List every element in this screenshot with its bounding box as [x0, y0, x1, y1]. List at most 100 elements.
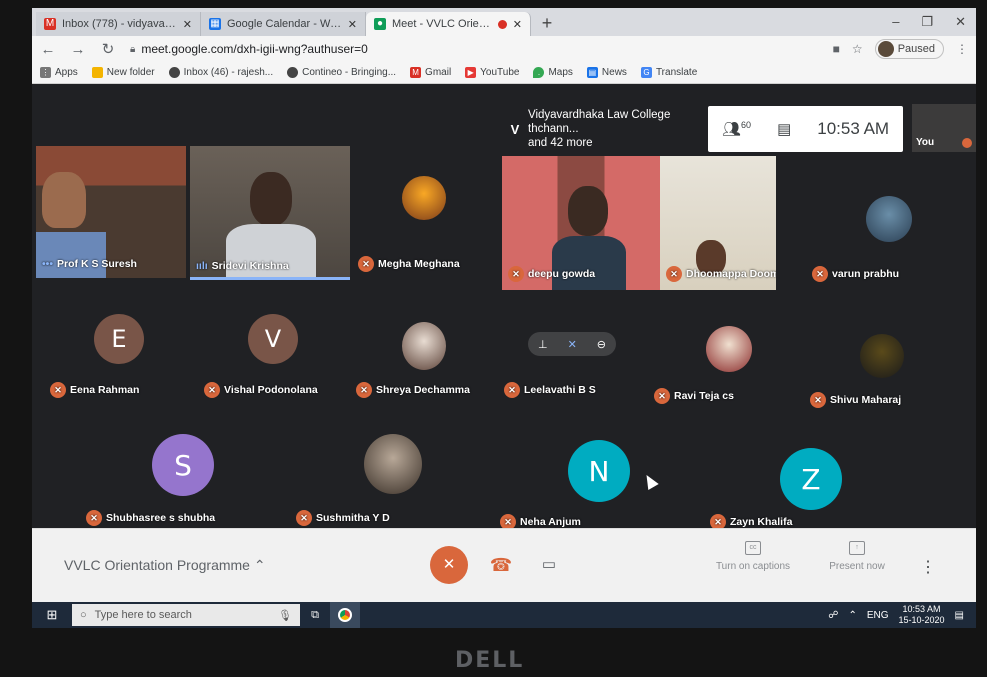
hang-up-icon: ☎︎ [489, 555, 513, 575]
windows-start-icon[interactable]: ⊞ [32, 607, 72, 623]
participant-name: ✕ Ravi Teja cs [654, 388, 734, 404]
bookmark-apps[interactable]: ⋮ Apps [40, 67, 78, 78]
star-icon[interactable]: ☆ [852, 42, 863, 56]
pin-icon[interactable]: ⊥ [538, 338, 548, 351]
youtube-icon: ▶ [465, 67, 477, 78]
self-view-tile[interactable]: You [912, 104, 976, 152]
participant-tile[interactable]: Z ✕ Zayn Khalifa [704, 434, 874, 538]
captions-button[interactable]: cc Turn on captions [708, 541, 798, 572]
chevron-up-icon: ⌃ [253, 557, 266, 573]
participant-video [250, 172, 292, 226]
participant-tile[interactable]: ✕ deepu gowda [502, 156, 660, 290]
present-now-button[interactable]: ↑ Present now [822, 541, 892, 572]
bookmark-translate[interactable]: G Translate [640, 67, 697, 78]
participant-tile[interactable]: ✕ Sushmitha Y D [290, 428, 460, 528]
camera-toggle-button[interactable]: ▭ [530, 546, 568, 584]
captions-label: Turn on captions [715, 561, 791, 572]
new-tab-button[interactable]: + [535, 12, 559, 36]
participant-name-text: Sushmitha Y D [316, 512, 390, 524]
search-icon: ○ [80, 609, 87, 621]
participant-tile[interactable]: E ✕ Eena Rahman [44, 306, 194, 406]
participant-name: ✕ Eena Rahman [50, 382, 139, 398]
muted-mic-icon: ✕ [812, 266, 828, 282]
address-bar: ← → ↻ 🔒︎ meet.google.com/dxh-igii-wng?au… [32, 36, 976, 62]
bookmark-inbox[interactable]: Inbox (46) - rajesh... [168, 67, 273, 78]
presenter-info: Vidyavardhaka Law College thchann... and… [528, 108, 700, 150]
camera-indicator-icon[interactable]: ■ [833, 42, 840, 56]
notification-icon[interactable]: ▤ [955, 610, 964, 621]
close-icon[interactable]: ✕ [183, 18, 192, 31]
reload-icon[interactable]: ↻ [100, 40, 116, 58]
bookmark-youtube[interactable]: ▶ YouTube [465, 67, 519, 78]
translate-icon: G [640, 67, 652, 78]
present-label: Present now [829, 561, 885, 572]
close-icon[interactable]: ✕ [348, 18, 357, 31]
tab-gmail[interactable]: M Inbox (778) - vidyavardhakalawc ✕ [36, 12, 201, 36]
participant-tile[interactable]: ✕ Ravi Teja cs [648, 306, 798, 412]
participant-tile[interactable]: ✕ Shivu Maharaj [804, 306, 954, 416]
bookmark-label: Contineo - Bringing... [302, 67, 397, 78]
chrome-taskbar-button[interactable] [330, 602, 360, 628]
mic-toggle-button[interactable]: ✕ [430, 546, 468, 584]
forward-icon[interactable]: → [70, 41, 86, 58]
close-window-icon[interactable]: ✕ [955, 14, 966, 30]
bookmark-maps[interactable]: . Maps [533, 67, 573, 78]
participant-tile[interactable]: N ✕ Neha Anjum [494, 428, 664, 532]
speaking-indicator [190, 277, 350, 280]
window-controls: – ❐ ✕ [892, 14, 966, 30]
task-view-icon[interactable]: ⧉ [300, 609, 330, 622]
participant-tile[interactable]: ⊥ ✕ ⊖ ✕ Leelavathi B S [498, 306, 648, 406]
meet-control-bar: VVLC Orientation Programme ⌃ ✕ ☎︎ ▭ cc Tu… [32, 528, 976, 602]
more-options-icon[interactable]: ⋮ [920, 557, 936, 577]
chrome-icon [338, 608, 352, 622]
back-icon[interactable]: ← [40, 41, 56, 58]
menu-kebab-icon[interactable]: ⋮ [956, 42, 968, 56]
bookmark-label: New folder [106, 67, 155, 78]
profile-button[interactable]: Paused [874, 39, 944, 59]
language-indicator[interactable]: ENG [867, 610, 889, 621]
people-tray-icon[interactable]: ☍ [828, 610, 838, 621]
tab-calendar[interactable]: ▦ Google Calendar - Week of Octo ✕ [201, 12, 366, 36]
participant-tile[interactable]: ıılı Sridevi Krishna [190, 146, 350, 280]
bookmark-label: Gmail [425, 67, 452, 78]
chat-icon[interactable]: ▤ [777, 120, 791, 138]
people-button[interactable]: 👥︎60 [722, 120, 751, 138]
maximize-icon[interactable]: ❐ [921, 14, 933, 30]
participant-tile[interactable]: S ✕ Shubhasree s shubha [80, 428, 240, 528]
participant-tile[interactable]: V ✕ Vishal Podonolana [198, 306, 350, 406]
avatar [877, 41, 894, 57]
minimize-icon[interactable]: – [892, 14, 899, 30]
microphone-icon: 🎙︎ [278, 609, 292, 622]
participant-tile[interactable]: ✕ Megha Meghana [352, 146, 502, 280]
taskbar-search[interactable]: ○ Type here to search 🎙︎ [72, 604, 300, 626]
self-label: You [916, 137, 935, 148]
muted-mic-icon: ✕ [50, 382, 66, 398]
bookmarks-bar: ⋮ Apps New folder Inbox (46) - rajesh... … [32, 62, 976, 84]
participant-tile[interactable]: ••• Prof K S Suresh [36, 146, 186, 278]
participant-tile[interactable]: ✕ Shreya Dechamma [350, 306, 500, 406]
speaking-dots-icon: ••• [42, 258, 54, 270]
taskbar-clock[interactable]: 10:53 AM 15-10-2020 [899, 604, 945, 626]
participant-avatar: E [94, 314, 144, 364]
participant-name-text: Eena Rahman [70, 384, 140, 396]
participant-tile[interactable]: ✕ Dhoomappa Dooma [660, 156, 776, 290]
participant-name: ✕ deepu gowda [508, 266, 595, 282]
url-field[interactable]: 🔒︎ meet.google.com/dxh-igii-wng?authuser… [130, 39, 819, 59]
remove-icon[interactable]: ⊖ [597, 338, 606, 351]
close-icon[interactable]: ✕ [513, 18, 522, 31]
bookmark-gmail[interactable]: M Gmail [410, 67, 451, 78]
meeting-details-button[interactable]: VVLC Orientation Programme ⌃ [64, 557, 266, 574]
participant-video [42, 172, 86, 228]
chevron-up-icon[interactable]: ⌃ [848, 610, 856, 621]
participant-tile[interactable]: ✕ varun prabhu [806, 156, 956, 290]
muted-mic-icon: ✕ [504, 382, 520, 398]
pinned-initial: V [510, 121, 520, 137]
bookmark-new-folder[interactable]: New folder [91, 67, 155, 78]
tab-meet[interactable]: ● Meet - VVLC Orientation Pro ✕ [366, 12, 531, 36]
bookmark-contineo[interactable]: Contineo - Bringing... [287, 67, 396, 78]
participant-name: ✕ Shreya Dechamma [356, 382, 470, 398]
bookmark-news[interactable]: ▤ News [586, 67, 627, 78]
folder-icon [91, 67, 103, 78]
leave-call-button[interactable]: ☎︎ [482, 546, 520, 584]
muted-mic-icon[interactable]: ✕ [568, 338, 577, 351]
